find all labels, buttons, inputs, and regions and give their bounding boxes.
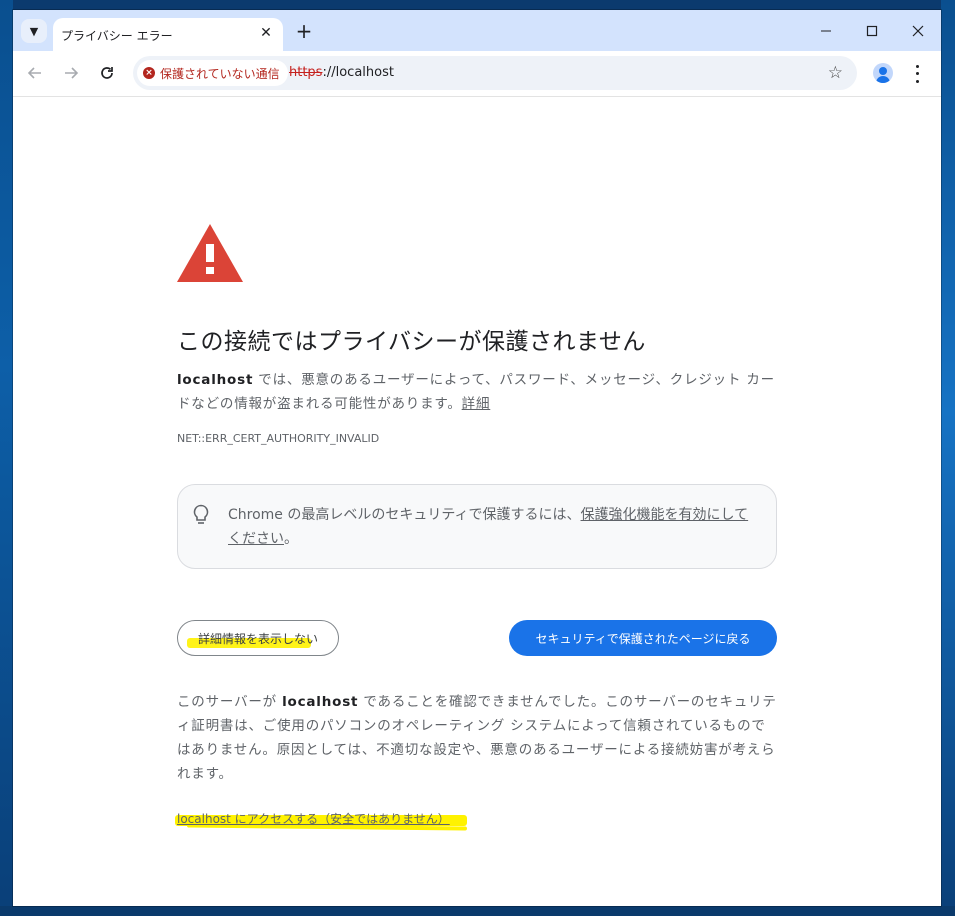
tab-title: プライバシー エラー: [61, 29, 173, 43]
maximize-button[interactable]: [849, 18, 895, 44]
learn-more-link[interactable]: 詳細: [462, 396, 491, 412]
error-code: NET::ERR_CERT_AUTHORITY_INVALID: [177, 432, 380, 445]
security-chip-label: 保護されていない通信: [160, 66, 280, 81]
tip-text-end: 。: [284, 531, 298, 547]
page-title: この接続ではプライバシーが保護されません: [177, 329, 646, 355]
url-scheme: https: [289, 65, 323, 80]
tab-strip: ▼ プライバシー エラー ✕ +: [13, 10, 941, 51]
main-message: localhost では、悪意のあるユーザーによって、パスワード、メッセージ、ク…: [177, 368, 777, 416]
reload-icon: [101, 67, 113, 79]
minimize-button[interactable]: [803, 18, 849, 44]
lightbulb-icon: [193, 504, 209, 524]
close-icon: [912, 25, 924, 37]
bookmark-star-icon[interactable]: ☆: [828, 63, 843, 83]
forward-button[interactable]: [59, 61, 83, 85]
browser-toolbar: × 保護されていない通信 https://localhost ☆: [13, 51, 941, 97]
more-menu-icon[interactable]: [911, 63, 923, 85]
tab-search-button[interactable]: ▼: [21, 19, 47, 43]
back-to-safety-button[interactable]: セキュリティで保護されたページに戻る: [509, 620, 777, 656]
enhanced-protection-tip: Chrome の最高レベルのセキュリティで保護するには、保護強化機能を有効にして…: [177, 484, 777, 569]
url-text[interactable]: https://localhost: [289, 65, 394, 80]
proceed-unsafe-link[interactable]: localhost にアクセスする（安全ではありません）: [177, 810, 450, 827]
warning-triangle-icon: [177, 224, 243, 282]
reload-button[interactable]: [95, 61, 119, 85]
back-button[interactable]: [23, 61, 47, 85]
hide-details-button[interactable]: 詳細情報を表示しない: [177, 620, 339, 656]
host-name: localhost: [177, 372, 254, 388]
close-tab-icon[interactable]: ✕: [257, 24, 275, 42]
arrow-left-icon: [27, 67, 41, 79]
tip-text-body: Chrome の最高レベルのセキュリティで保護するには、: [228, 507, 581, 523]
plus-icon: +: [295, 19, 313, 43]
maximize-icon: [866, 25, 878, 37]
details-explanation: このサーバーが localhost であることを確認できませんでした。このサーバ…: [177, 690, 777, 786]
browser-window: ▼ プライバシー エラー ✕ + × 保護されていない通信 https://lo…: [13, 10, 941, 906]
arrow-right-icon: [65, 67, 79, 79]
new-tab-button[interactable]: +: [293, 20, 315, 42]
desktop-background-left: [0, 0, 13, 916]
error-circle-icon: ×: [143, 67, 155, 79]
hide-details-label: 詳細情報を表示しない: [197, 631, 318, 646]
profile-avatar-icon[interactable]: [873, 63, 893, 83]
desktop-background-bottom: [0, 906, 955, 916]
tab-privacy-error[interactable]: プライバシー エラー ✕: [53, 18, 283, 51]
desktop-background-right: [941, 0, 955, 916]
minimize-icon: [821, 30, 831, 32]
url-host: ://localhost: [322, 65, 394, 80]
details-host: localhost: [282, 694, 359, 710]
security-chip[interactable]: × 保護されていない通信: [137, 60, 288, 86]
close-window-button[interactable]: [895, 18, 941, 44]
address-bar[interactable]: × 保護されていない通信 https://localhost ☆: [133, 56, 857, 90]
details-prefix: このサーバーが: [177, 694, 283, 710]
chevron-down-icon: ▼: [29, 24, 39, 38]
tip-text: Chrome の最高レベルのセキュリティで保護するには、保護強化機能を有効にして…: [228, 503, 758, 551]
